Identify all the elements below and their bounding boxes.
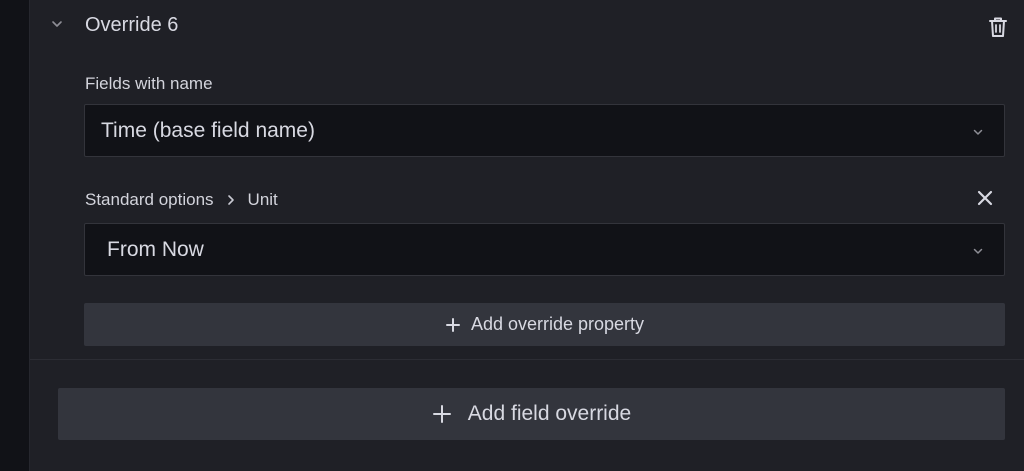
plus-icon xyxy=(445,317,461,333)
add-field-override-label: Add field override xyxy=(467,402,632,425)
divider xyxy=(30,359,1024,360)
add-override-property-button[interactable]: Add override property xyxy=(84,303,1005,346)
property-category: Standard options xyxy=(85,190,214,209)
override-header[interactable]: Override 6 xyxy=(30,0,1024,52)
chevron-down-icon[interactable] xyxy=(50,17,64,31)
left-sidebar-strip xyxy=(0,0,29,471)
unit-select[interactable]: From Now xyxy=(84,223,1005,276)
property-label: Standard options Unit xyxy=(85,190,278,210)
overrides-panel: Override 6 Fields with name Time (base f… xyxy=(29,0,1024,471)
override-title: Override 6 xyxy=(85,14,179,36)
add-field-override-button[interactable]: Add field override xyxy=(58,388,1005,440)
property-name: Unit xyxy=(247,190,278,209)
trash-icon[interactable] xyxy=(987,15,1009,39)
close-icon[interactable] xyxy=(976,189,994,207)
fields-with-name-select[interactable]: Time (base field name) xyxy=(84,104,1005,157)
matcher-value: Time (base field name) xyxy=(101,119,315,142)
chevron-right-icon xyxy=(226,194,236,206)
add-override-property-label: Add override property xyxy=(470,314,645,334)
unit-value: From Now xyxy=(107,238,204,261)
plus-icon xyxy=(432,404,452,424)
matcher-label: Fields with name xyxy=(85,74,213,93)
chevron-down-icon xyxy=(972,244,984,256)
chevron-down-icon xyxy=(972,125,984,137)
